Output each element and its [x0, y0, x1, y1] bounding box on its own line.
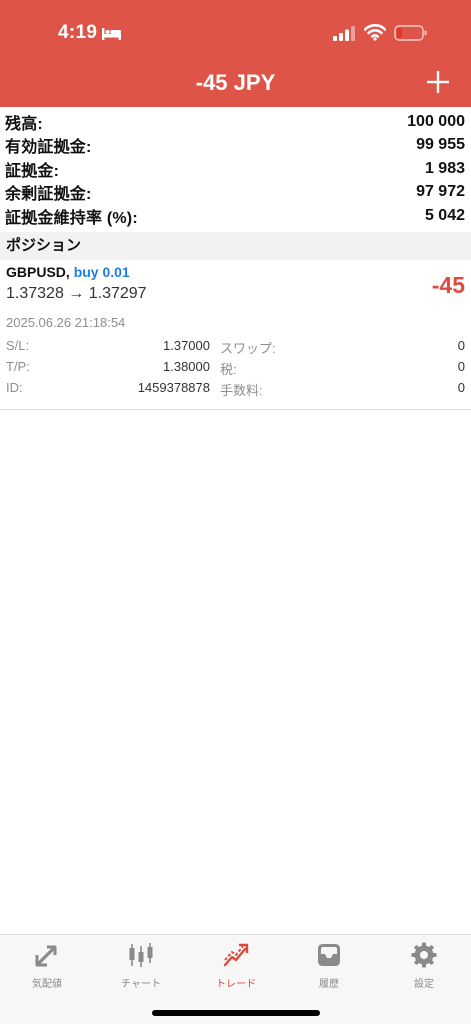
summary-row-margin: 証拠金: 1 983	[0, 157, 471, 181]
position-symbol: GBPUSD,	[6, 264, 70, 280]
tp-value: 1.38000	[163, 359, 210, 374]
commission-label: 手数料:	[220, 383, 263, 398]
tab-settings[interactable]: 設定	[384, 941, 464, 995]
summary-row-free-margin: 余剰証拠金: 97 972	[0, 181, 471, 205]
tp-label: T/P:	[6, 359, 30, 374]
summary-label: 証拠金:	[5, 162, 60, 180]
summary-value: 100 000	[407, 112, 465, 130]
tab-label: 履歴	[319, 979, 339, 990]
summary-value: 5 042	[424, 206, 465, 224]
positions-section-header: ポジション	[0, 232, 471, 260]
cellular-signal-icon	[333, 26, 355, 41]
summary-label: 余剰証拠金:	[5, 186, 92, 204]
tab-label: トレード	[216, 979, 256, 990]
position-item[interactable]: GBPUSD, buy 0.01 1.37328 → 1.37297 -45 2…	[0, 260, 471, 410]
position-prices: 1.37328 → 1.37297	[6, 285, 147, 302]
summary-value: 97 972	[416, 183, 465, 201]
summary-label: 残高:	[5, 115, 43, 133]
swap-label: スワップ:	[220, 341, 276, 356]
gear-icon	[411, 942, 437, 968]
sleep-bed-icon	[102, 28, 121, 40]
id-value: 1459378878	[137, 380, 210, 395]
home-indicator	[152, 1010, 320, 1016]
summary-value: 99 955	[416, 136, 465, 154]
tab-label: 設定	[414, 979, 434, 990]
trade-trend-icon	[223, 943, 249, 967]
quotes-arrows-icon	[35, 945, 57, 967]
summary-label: 有効証拠金:	[5, 139, 92, 157]
account-summary: 残高: 100 000 有効証拠金: 99 955 証拠金: 1 983 余剰証…	[0, 110, 471, 228]
plus-icon[interactable]	[424, 68, 452, 96]
tab-label: チャート	[121, 979, 161, 990]
summary-row-balance: 残高: 100 000	[0, 110, 471, 134]
tab-trade[interactable]: トレード	[196, 941, 276, 995]
summary-row-equity: 有効証拠金: 99 955	[0, 134, 471, 158]
summary-row-margin-level: 証拠金維持率 (%): 5 042	[0, 204, 471, 228]
commission-value: 0	[457, 380, 465, 395]
wifi-icon	[364, 24, 386, 41]
status-time: 4:19	[58, 22, 98, 43]
tab-history[interactable]: 履歴	[289, 941, 369, 995]
history-inbox-icon	[318, 944, 340, 966]
app-header: 4:19 -45 JPY	[0, 0, 471, 107]
sl-value: 1.37000	[163, 338, 210, 353]
tab-quotes[interactable]: 気配値	[7, 941, 87, 995]
status-bar: 4:19	[0, 0, 471, 60]
tab-label: 気配値	[32, 979, 62, 990]
candlestick-chart-icon	[129, 943, 153, 967]
tax-label: 税:	[220, 362, 237, 377]
tax-value: 0	[457, 359, 465, 374]
summary-label: 証拠金維持率 (%):	[5, 209, 138, 227]
position-open-time: 2025.06.26 21:18:54	[6, 315, 126, 330]
position-side-volume: buy 0.01	[73, 264, 130, 280]
summary-value: 1 983	[424, 159, 465, 177]
bottom-tab-bar: 気配値 チャート トレード 履歴 設定	[0, 934, 471, 1024]
id-label: ID:	[6, 380, 23, 395]
position-profit: -45	[431, 272, 465, 298]
position-symbol-line: GBPUSD, buy 0.01	[6, 264, 130, 280]
tab-chart[interactable]: チャート	[101, 941, 181, 995]
sl-label: S/L:	[6, 338, 30, 353]
battery-low-icon	[394, 25, 427, 41]
account-profit-title: -45 JPY	[195, 70, 276, 95]
swap-value: 0	[457, 338, 465, 353]
